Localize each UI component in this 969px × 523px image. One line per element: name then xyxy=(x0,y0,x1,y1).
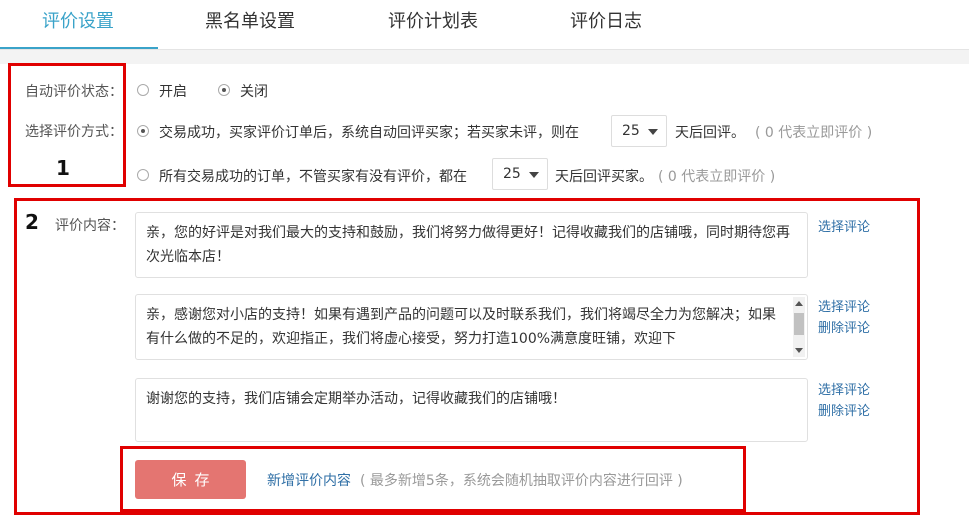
method-option2-radio[interactable] xyxy=(137,169,149,181)
method-option2-suffix: 天后回评买家。 xyxy=(555,169,653,185)
method-option1-radio[interactable] xyxy=(137,125,149,137)
method-option1-days-value: 25 xyxy=(622,123,640,139)
annotation-box-3 xyxy=(120,446,746,512)
tab-review-settings[interactable]: 评价设置 xyxy=(42,0,114,48)
method-option2-days-select[interactable]: 25 xyxy=(492,158,548,190)
method-option1-hint: ( 0 代表立即评价 ) xyxy=(755,125,873,141)
method-option1-days-select[interactable]: 25 xyxy=(611,115,667,147)
auto-status-off-label[interactable]: 关闭 xyxy=(240,81,268,101)
method-option2-hint: ( 0 代表立即评价 ) xyxy=(658,169,776,185)
method-option2-text[interactable]: 所有交易成功的订单，不管买家有没有评价，都在 xyxy=(159,166,467,186)
tab-review-log[interactable]: 评价日志 xyxy=(570,0,642,48)
section-separator xyxy=(0,50,969,64)
auto-status-off-radio[interactable] xyxy=(218,84,230,96)
tab-blacklist-settings[interactable]: 黑名单设置 xyxy=(205,0,295,48)
auto-status-on-radio[interactable] xyxy=(137,84,149,96)
method-option2-days-value: 25 xyxy=(503,166,521,182)
annotation-marker-2: 2 xyxy=(25,210,39,234)
chevron-down-icon xyxy=(648,129,658,135)
chevron-down-icon xyxy=(529,172,539,178)
auto-status-on-label[interactable]: 开启 xyxy=(159,81,187,101)
method-option1-suffix: 天后回评。 xyxy=(675,125,745,141)
tab-bar: 评价设置 黑名单设置 评价计划表 评价日志 xyxy=(0,0,969,50)
method-option1-text[interactable]: 交易成功，买家评价订单后，系统自动回评买家；若买家未评，则在 xyxy=(159,122,579,142)
annotation-marker-1: 1 xyxy=(56,156,70,180)
tab-review-schedule[interactable]: 评价计划表 xyxy=(388,0,478,48)
